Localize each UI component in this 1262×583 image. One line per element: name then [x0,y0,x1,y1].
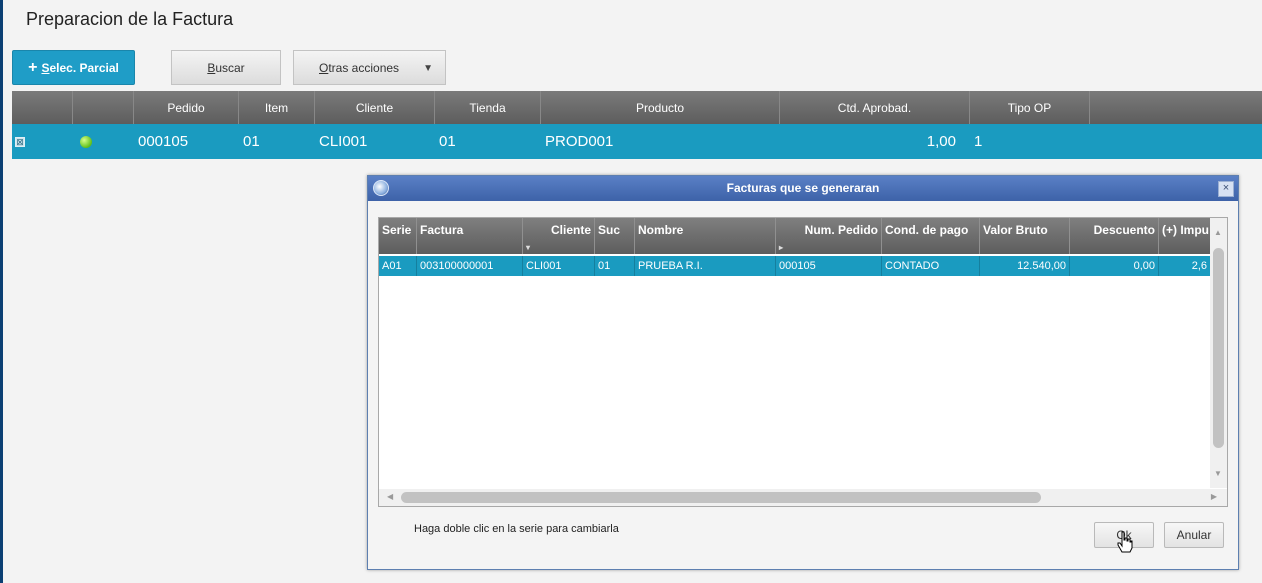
table-row[interactable]: A01 003100000001 CLI001 01 PRUEBA R.I. 0… [379,256,1211,276]
buscar-mnemonic: B [207,60,216,75]
dialog-title: Facturas que se generaran [726,181,880,195]
scroll-down-icon[interactable]: ▼ [1214,469,1222,478]
cell-producto: PROD001 [545,133,614,150]
col-header-cliente[interactable]: Cliente [315,91,435,124]
col-header-suc[interactable]: Suc [595,218,635,254]
col-header-tienda[interactable]: Tienda [435,91,541,124]
selec-parcial-mnemonic: S [41,60,50,75]
scroll-left-icon[interactable]: ◀ [387,492,393,501]
vertical-scroll-thumb[interactable] [1213,248,1224,448]
col-header-producto[interactable]: Producto [541,91,780,124]
green-status-dot-icon [80,136,92,148]
sort-icon: ▸ [779,243,784,252]
scroll-right-icon[interactable]: ▶ [1211,492,1217,501]
col-header-cliente[interactable]: ▾ Cliente [523,218,595,254]
horizontal-scrollbar[interactable]: ◀ ▶ [379,489,1227,506]
cell-impu: 2,6 [1159,256,1211,276]
vertical-scrollbar[interactable]: ▲ ▼ [1210,218,1227,488]
buscar-button[interactable]: Buscar [171,50,281,85]
col-header-nombre[interactable]: Nombre [635,218,776,254]
hint-text: Haga doble clic en la serie para cambiar… [414,523,619,535]
plus-icon: + [28,58,38,76]
otras-mnemonic: O [319,60,329,75]
cell-tienda: 01 [439,133,456,150]
grid-header: Pedido Item Cliente Tienda Producto Ctd.… [12,91,1262,124]
cell-valor-bruto: 12.540,00 [980,256,1070,276]
col-header-ctd-aprobad[interactable]: Ctd. Aprobad. [780,91,970,124]
cell-pedido: 000105 [138,133,189,150]
scroll-up-icon[interactable]: ▲ [1214,228,1222,237]
hand-pointer-icon [1117,531,1133,553]
cell-cond-pago: CONTADO [882,256,980,276]
col-header-cond-pago[interactable]: Cond. de pago [882,218,980,254]
selec-parcial-button[interactable]: + Selec. Parcial [12,50,135,85]
col-header-num-pedido[interactable]: ▸ Num. Pedido [776,218,882,254]
close-icon[interactable]: × [1218,181,1234,197]
cell-cliente: CLI001 [523,256,595,276]
cell-item: 01 [243,133,260,150]
facturas-grid: Serie Factura ▾ Cliente Suc Nombre ▸ Num. … [378,217,1228,507]
anular-button[interactable]: Anular [1164,522,1224,548]
col-header-num-pedido-label: Num. Pedido [804,223,878,237]
cell-descuento: 0,00 [1070,256,1159,276]
facturas-grid-header: Serie Factura ▾ Cliente Suc Nombre ▸ Num. … [379,218,1211,254]
col-header-impu[interactable]: (+) Impu [1159,218,1211,254]
col-header-valor-bruto[interactable]: Valor Bruto [980,218,1070,254]
page-title: Preparacion de la Factura [26,9,234,29]
table-row[interactable]: ⊠ 000105 01 CLI001 01 PROD001 1,00 1 [12,124,1262,159]
col-header-pedido[interactable]: Pedido [134,91,239,124]
cell-cliente: CLI001 [319,133,368,150]
left-border [0,0,3,583]
horizontal-scroll-thumb[interactable] [401,492,1041,503]
col-header-item[interactable]: Item [239,91,315,124]
otras-acciones-label: tras acciones [328,60,400,75]
header-status-col [73,91,134,124]
cell-nombre: PRUEBA R.I. [635,256,776,276]
cell-serie[interactable]: A01 [379,256,417,276]
header-check-col [12,91,73,124]
buscar-label: uscar [215,60,245,75]
facturas-dialog: Facturas que se generaran × Serie Factur… [367,175,1239,570]
selec-parcial-label: elec. Parcial [49,60,119,75]
cell-suc: 01 [595,256,635,276]
col-header-factura[interactable]: Factura [417,218,523,254]
col-header-descuento[interactable]: Descuento [1070,218,1159,254]
cell-num-pedido: 000105 [776,256,882,276]
col-header-serie[interactable]: Serie [379,218,417,254]
dialog-titlebar[interactable]: Facturas que se generaran × [368,176,1238,201]
otras-acciones-button[interactable]: Otras acciones ▼ [293,50,446,85]
cell-factura: 003100000001 [417,256,523,276]
cell-ctd-aprobad: 1,00 [926,133,956,150]
checkbox-icon[interactable]: ⊠ [15,137,25,147]
col-header-cliente-label: Cliente [550,223,591,237]
sort-icon: ▾ [526,243,531,252]
chevron-down-icon: ▼ [423,63,433,74]
col-header-tipo-op[interactable]: Tipo OP [970,91,1090,124]
cell-tipo-op: 1 [974,133,983,150]
